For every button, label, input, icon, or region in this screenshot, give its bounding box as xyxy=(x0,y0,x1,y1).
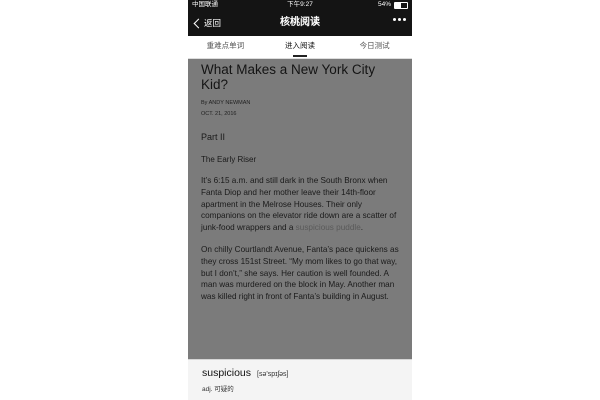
tab-label: 进入阅读 xyxy=(285,41,315,50)
status-bar: 中国联通 下午9:27 54% xyxy=(188,0,412,10)
section-subtitle: The Early Riser xyxy=(201,155,257,164)
article-date: OCT. 21, 2016 xyxy=(201,111,237,117)
tab-key-words[interactable]: 重难点单词 xyxy=(188,36,263,58)
tab-label: 今日测试 xyxy=(359,41,390,50)
tab-label: 重难点单词 xyxy=(206,41,245,50)
article-area[interactable]: What Makes a New York City Kid? By ANDY … xyxy=(188,59,412,359)
battery-percent: 54% xyxy=(377,1,391,8)
phone-screen: 中国联通 下午9:27 54% 返回 核桃阅读 重难点单词 进入阅读 今日测试 … xyxy=(188,0,412,400)
paragraph-1: It’s 6:15 a.m. and still dark in the Sou… xyxy=(201,175,405,234)
dictionary-word: suspicious xyxy=(202,367,252,379)
status-right: 54% xyxy=(378,0,408,10)
more-icon[interactable] xyxy=(393,18,406,21)
dictionary-headword-row: suspicious [sə'spɪʃəs] xyxy=(202,367,288,379)
dictionary-popup: suspicious [sə'spɪʃəs] adj. 可疑的 xyxy=(188,359,412,400)
active-tab-indicator xyxy=(293,55,307,57)
nav-bar: 返回 核桃阅读 xyxy=(188,11,412,35)
dictionary-phonetic: [sə'spɪʃəs] xyxy=(257,371,289,378)
article: What Makes a New York City Kid? By ANDY … xyxy=(201,62,405,311)
battery-fill xyxy=(395,2,402,8)
dot xyxy=(398,18,401,21)
battery-icon xyxy=(394,1,408,9)
paragraph-text: . xyxy=(360,223,364,233)
page-title: 核桃阅读 xyxy=(280,17,320,28)
dot xyxy=(403,18,406,21)
byline: By ANDY NEWMAN xyxy=(201,100,251,106)
dot xyxy=(393,18,396,21)
top-bar: 中国联通 下午9:27 54% 返回 核桃阅读 xyxy=(188,0,412,36)
highlighted-word[interactable]: suspicious puddle xyxy=(296,223,361,232)
dictionary-definition: adj. 可疑的 xyxy=(202,386,234,393)
tab-reading[interactable]: 进入阅读 xyxy=(263,36,338,58)
article-title: What Makes a New York City Kid? xyxy=(201,62,376,92)
part-heading: Part II xyxy=(201,132,226,142)
paragraph-2: On chilly Courtlandt Avenue, Fanta’s pac… xyxy=(201,244,399,302)
tab-bar: 重难点单词 进入阅读 今日测试 xyxy=(188,36,412,59)
tab-daily-test[interactable]: 今日测试 xyxy=(337,36,412,58)
